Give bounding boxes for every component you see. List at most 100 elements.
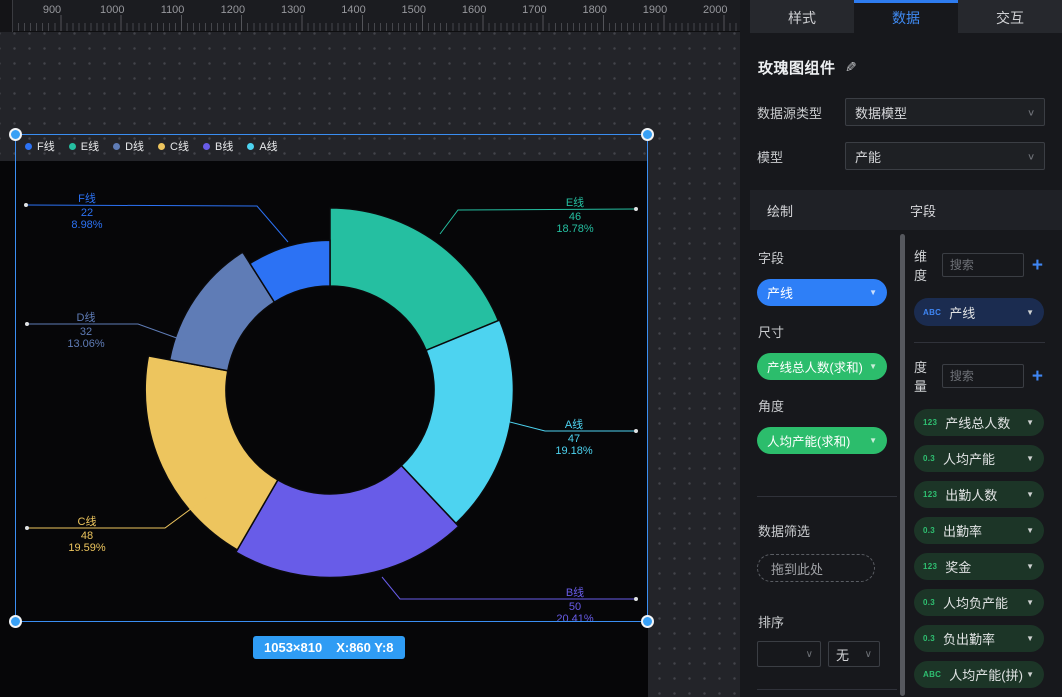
ruler-tick-label: 1000: [100, 4, 124, 16]
label-value: 50: [569, 601, 581, 613]
label-percent: 18.78%: [556, 223, 594, 235]
leader-dot: [634, 429, 638, 433]
select-value: 产能: [855, 147, 881, 166]
rose-chart[interactable]: E线4618.78%A线4719.18%B线5020.41%C线4819.59%…: [0, 0, 740, 697]
leader-line: [27, 324, 185, 341]
tab-draw[interactable]: 绘制: [767, 201, 910, 220]
ruler-corner: [0, 0, 13, 32]
field-name: 负出勤率: [943, 629, 995, 648]
add-measure-button[interactable]: +: [1032, 367, 1043, 386]
chevron-down-icon: ▼: [869, 362, 877, 371]
label-percent: 19.18%: [555, 445, 593, 457]
leader-dot: [634, 207, 638, 211]
dimension-search-input[interactable]: [942, 253, 1024, 277]
measure-pill-产线总人数[interactable]: 123 产线总人数▼: [914, 409, 1044, 436]
label-percent: 20.41%: [556, 613, 594, 625]
draw-pill-人均产能(求和)[interactable]: 人均产能(求和) ▼: [757, 427, 887, 454]
measure-pill-出勤人数[interactable]: 123 出勤人数▼: [914, 481, 1044, 508]
panel-tab-交互[interactable]: 交互: [958, 0, 1062, 33]
column-scrollbar[interactable]: [900, 234, 905, 696]
config-select[interactable]: 数据模型 ∨: [845, 98, 1045, 126]
fields-column: 维度 +ABC 产线▼度量 +123 产线总人数▼0.3 人均产能▼123 出勤…: [897, 230, 1045, 697]
measure-pill-出勤率[interactable]: 0.3 出勤率▼: [914, 517, 1044, 544]
sort-select-2[interactable]: 无 ∨: [828, 641, 880, 667]
config-rows: 数据源类型 数据模型 ∨ 模型 产能 ∨: [757, 98, 1045, 170]
leader-line: [27, 497, 207, 528]
add-dimension-button[interactable]: +: [1032, 256, 1043, 275]
measure-pill-人均产能(拼)[interactable]: ABC 人均产能(拼)▼: [914, 661, 1044, 688]
pill-label: 产线: [767, 283, 793, 302]
panel-body: 玫瑰图组件 ✎ 数据源类型 数据模型 ∨ 模型 产能 ∨ 绘制 字段 字段产线 …: [740, 33, 1062, 697]
leader-line: [26, 205, 288, 242]
legend-item-C线[interactable]: C线: [158, 138, 189, 154]
resize-handle-bottom-right[interactable]: [641, 615, 654, 628]
measure-search-input[interactable]: [942, 364, 1024, 388]
field-type-icon: ABC: [923, 670, 941, 679]
panel-tab-样式[interactable]: 样式: [750, 0, 854, 33]
legend-dot: [247, 143, 254, 150]
legend-item-A线[interactable]: A线: [247, 138, 277, 154]
filter-label: 数据筛选: [758, 521, 897, 540]
chart-label-C线: C线4819.59%: [25, 497, 207, 554]
field-type-icon: 0.3: [923, 454, 935, 463]
sort-label: 排序: [758, 612, 897, 631]
chevron-down-icon: ▼: [1026, 526, 1034, 535]
chevron-down-icon: ▼: [869, 436, 877, 445]
legend-item-F线[interactable]: F线: [25, 138, 55, 154]
label-value: 47: [568, 433, 580, 445]
search-row-dimension: 维度 +: [914, 246, 1045, 284]
field-type-icon: 123: [923, 490, 937, 499]
field-type-icon: 0.3: [923, 598, 935, 607]
filter-drop-zone[interactable]: 拖到此处: [757, 554, 875, 582]
panel-tab-数据[interactable]: 数据: [854, 0, 958, 33]
chevron-down-icon: ∨: [1027, 151, 1035, 161]
config-select[interactable]: 产能 ∨: [845, 142, 1045, 170]
leader-line: [382, 577, 636, 599]
chevron-down-icon: ▼: [1026, 418, 1034, 427]
section-tab-bar: 绘制 字段: [750, 190, 1062, 230]
leader-dot: [634, 597, 638, 601]
field-name: 人均产能: [943, 449, 995, 468]
legend-label: D线: [125, 138, 144, 154]
slice-E线[interactable]: [330, 208, 498, 350]
resize-handle-bottom-left[interactable]: [9, 615, 22, 628]
dim-pill-产线[interactable]: ABC 产线▼: [914, 298, 1044, 326]
draw-group-label: 角度: [758, 396, 897, 415]
sort-select-1[interactable]: ∨: [757, 641, 821, 667]
ruler-tick-label: 1900: [643, 4, 667, 16]
draw-pill-产线[interactable]: 产线 ▼: [757, 279, 887, 306]
resize-handle-top-left[interactable]: [9, 128, 22, 141]
label-name: E线: [566, 195, 584, 209]
resize-handle-top-right[interactable]: [641, 128, 654, 141]
tab-fields[interactable]: 字段: [910, 201, 936, 220]
legend-item-D线[interactable]: D线: [113, 138, 144, 154]
legend-item-B线[interactable]: B线: [203, 138, 233, 154]
properties-panel: 样式数据交互 玫瑰图组件 ✎ 数据源类型 数据模型 ∨ 模型 产能 ∨ 绘制 字…: [740, 0, 1062, 697]
component-size: 1053×810: [264, 640, 322, 655]
chevron-down-icon: ▼: [1026, 562, 1034, 571]
legend-label: A线: [259, 138, 277, 154]
chart-legend: F线 E线 D线 C线 B线 A线: [25, 138, 278, 154]
legend-item-E线[interactable]: E线: [69, 138, 99, 154]
measure-pill-人均产能[interactable]: 0.3 人均产能▼: [914, 445, 1044, 472]
panel-tab-bar: 样式数据交互: [740, 0, 1062, 33]
tab-spacer: [740, 0, 750, 33]
edit-title-icon[interactable]: ✎: [845, 59, 857, 76]
app-window: 9001000110012001300140015001600170018001…: [0, 0, 1062, 697]
chevron-down-icon: ▼: [1026, 308, 1034, 317]
chart-label-D线: D线3213.06%: [25, 310, 185, 350]
measure-label: 度量: [914, 357, 934, 395]
label-name: C线: [78, 514, 97, 528]
legend-label: F线: [37, 138, 55, 154]
ruler-tick-label: 1300: [281, 4, 305, 16]
chart-label-B线: B线5020.41%: [382, 577, 638, 625]
horizontal-ruler: 9001000110012001300140015001600170018001…: [0, 0, 740, 32]
measure-pill-人均负产能[interactable]: 0.3 人均负产能▼: [914, 589, 1044, 616]
measure-pill-奖金[interactable]: 123 奖金▼: [914, 553, 1044, 580]
label-value: 48: [81, 530, 93, 542]
legend-dot: [113, 143, 120, 150]
measure-pill-负出勤率[interactable]: 0.3 负出勤率▼: [914, 625, 1044, 652]
draw-pill-产线总人数(求和)[interactable]: 产线总人数(求和) ▼: [757, 353, 887, 380]
search-row-measure: 度量 +: [914, 357, 1045, 395]
ruler-tick-label: 1200: [221, 4, 245, 16]
